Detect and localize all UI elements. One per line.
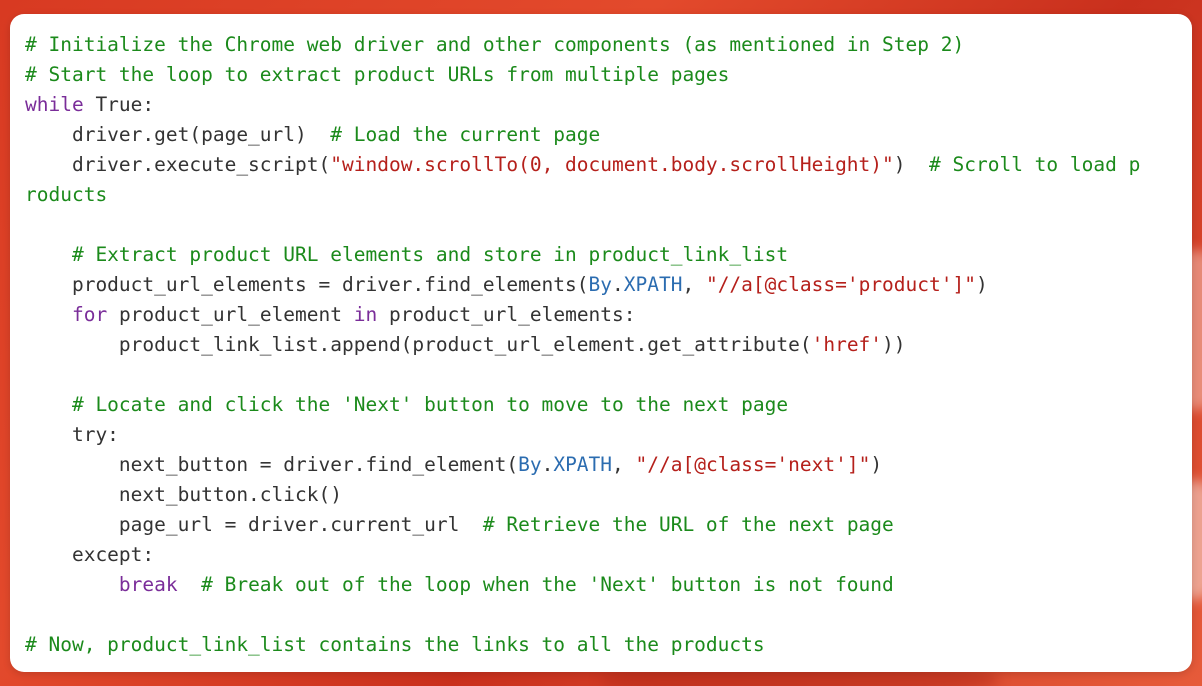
- code-text: except:: [25, 543, 155, 566]
- code-identifier: By: [518, 453, 542, 476]
- code-line: # Extract product URL elements and store…: [25, 240, 1140, 270]
- code-line: while True:: [25, 90, 1140, 120]
- code-line: # Initialize the Chrome web driver and o…: [25, 30, 1140, 60]
- code-comment: # Scroll to load p: [929, 153, 1141, 176]
- code-text: ): [893, 153, 930, 176]
- code-line: # Locate and click the 'Next' button to …: [25, 390, 1140, 420]
- code-line: try:: [25, 420, 1140, 450]
- code-text: driver.execute_script(: [25, 153, 331, 176]
- code-line: # Start the loop to extract product URLs…: [25, 60, 1140, 90]
- code-text: True:: [83, 93, 155, 116]
- code-text: try:: [25, 423, 119, 446]
- code-keyword: for: [71, 303, 108, 326]
- code-text: .: [541, 453, 554, 476]
- code-text: ): [870, 453, 883, 476]
- code-line: except:: [25, 540, 1140, 570]
- code-comment: # Retrieve the URL of the next page: [482, 513, 894, 536]
- code-line: roducts: [25, 180, 1140, 210]
- code-text: next_button = driver.find_element(: [25, 453, 519, 476]
- code-string: "//a[@class='next']": [635, 453, 871, 476]
- code-string: "window.scrollTo(0, document.body.scroll…: [330, 153, 894, 176]
- code-text: ,: [612, 453, 636, 476]
- code-line: product_link_list.append(product_url_ele…: [25, 330, 1140, 360]
- code-text: driver.get(page_url): [25, 123, 331, 146]
- code-comment: # Break out of the loop when the 'Next' …: [201, 573, 894, 596]
- code-text: )): [882, 333, 906, 356]
- code-line: for product_url_element in product_url_e…: [25, 300, 1140, 330]
- code-text: ,: [682, 273, 706, 296]
- code-comment: # Load the current page: [330, 123, 601, 146]
- code-line: page_url = driver.current_url # Retrieve…: [25, 510, 1140, 540]
- code-keyword: in: [353, 303, 378, 326]
- code-text: .: [612, 273, 624, 296]
- code-text: next_button.click(): [25, 483, 342, 506]
- code-comment: # Initialize the Chrome web driver and o…: [25, 33, 965, 56]
- code-comment: # Locate and click the 'Next' button to …: [25, 393, 789, 416]
- code-card: # Initialize the Chrome web driver and o…: [10, 14, 1192, 672]
- code-text: product_url_elements:: [377, 303, 636, 326]
- code-comment: # Now, product_link_list contains the li…: [25, 633, 765, 656]
- code-line: # Now, product_link_list contains the li…: [25, 630, 1140, 660]
- code-text: product_link_list.append(product_url_ele…: [25, 333, 812, 356]
- code-text: ): [975, 273, 988, 296]
- code-line: product_url_elements = driver.find_eleme…: [25, 270, 1140, 300]
- code-text: page_url = driver.current_url: [25, 513, 483, 536]
- code-text: product_url_element: [107, 303, 354, 326]
- code-line: break # Break out of the loop when the '…: [25, 570, 1140, 600]
- code-string: 'href': [811, 333, 883, 356]
- code-text: product_url_elements = driver.find_eleme…: [25, 273, 589, 296]
- code-comment: # Extract product URL elements and store…: [25, 243, 789, 266]
- code-comment: # Start the loop to extract product URLs…: [25, 63, 730, 86]
- code-keyword: break: [118, 573, 178, 596]
- code-line: driver.get(page_url) # Load the current …: [25, 120, 1140, 150]
- code-comment: roducts: [25, 183, 108, 206]
- code-line: next_button = driver.find_element(By.XPA…: [25, 450, 1140, 480]
- code-keyword: while: [25, 93, 84, 116]
- code-block: # Initialize the Chrome web driver and o…: [25, 30, 1140, 660]
- code-identifier: XPATH: [623, 273, 683, 296]
- code-string: "//a[@class='product']": [705, 273, 976, 296]
- code-line: driver.execute_script("window.scrollTo(0…: [25, 150, 1140, 180]
- code-line: next_button.click(): [25, 480, 1140, 510]
- code-identifier: By: [588, 273, 613, 296]
- code-identifier: XPATH: [553, 453, 613, 476]
